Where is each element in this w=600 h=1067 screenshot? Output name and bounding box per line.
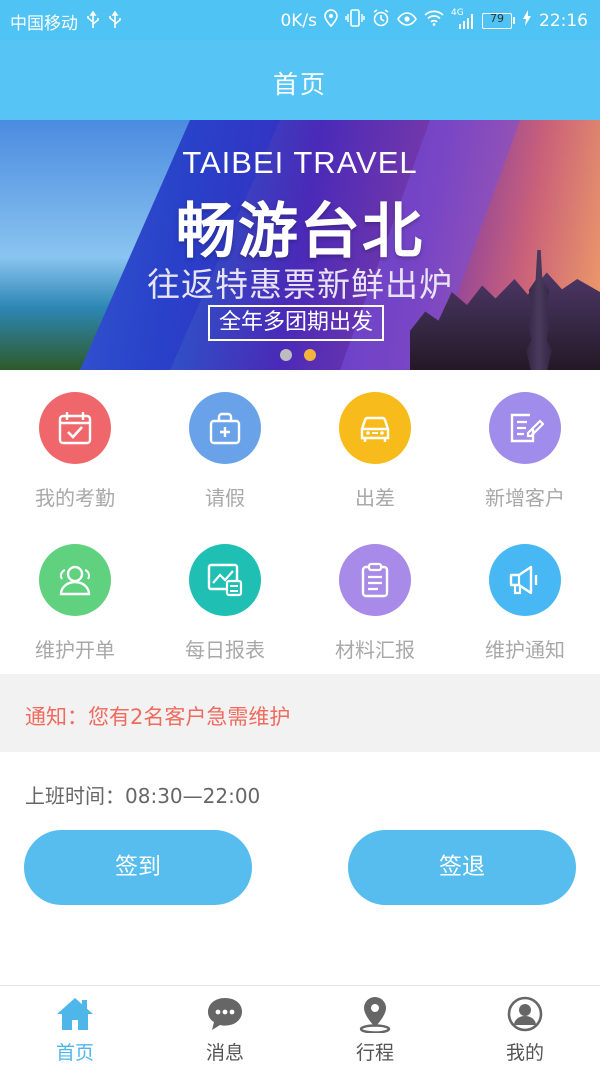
work-time-label: 上班时间： [25,784,125,808]
nav-label: 消息 [205,1042,244,1064]
vibrate-icon [345,9,365,32]
nav-item-messages[interactable]: 消息 [150,986,300,1067]
nav-item-itinerary[interactable]: 行程 [300,986,450,1067]
leave-briefcase-icon [189,392,261,464]
home-icon [55,995,95,1033]
business-trip-car-icon [339,392,411,464]
carousel-dot[interactable] [280,349,292,361]
maintain-order-users-icon [39,544,111,616]
check-out-button[interactable]: 签退 [348,830,576,905]
nav-label: 我的 [505,1042,544,1064]
bottom-nav: 首页 消息 行程 我的 [0,985,600,1067]
clock-time: 22:16 [539,10,588,31]
grid-label: 维护开单 [35,638,115,662]
signal-icon: 4G [451,8,475,30]
material-report-clipboard-icon [339,544,411,616]
carousel-indicator [280,349,316,361]
maintenance-notice-megaphone-icon [489,544,561,616]
nav-label: 首页 [55,1042,94,1064]
work-time-value: 08:30—22:00 [125,784,261,808]
grid-label: 新增客户 [485,486,565,510]
banner-title-en: TAIBEI TRAVEL [182,145,418,180]
grid-item-daily-report[interactable]: 每日报表 [150,522,300,674]
grid-item-maintain-order[interactable]: 维护开单 [0,522,150,674]
profile-user-icon [505,995,545,1033]
grid-label: 请假 [205,486,245,510]
grid-item-business-trip[interactable]: 出差 [300,370,450,522]
banner-title-zh: 畅游台北 [176,197,424,267]
nav-item-home[interactable]: 首页 [0,986,150,1067]
status-left: 中国移动 [10,9,122,34]
grid-item-add-customer[interactable]: 新增客户 [450,370,600,522]
app-header: 首页 [0,40,600,120]
location-pin-icon [355,995,395,1033]
grid-label: 出差 [355,486,395,510]
check-in-button[interactable]: 签到 [24,830,252,905]
status-bar: 中国移动 0K/s 4G 79 22:16 [0,0,600,40]
banner-tag: 全年多团期出发 [208,305,384,341]
net-speed: 0K/s [280,10,317,31]
add-customer-note-icon [489,392,561,464]
work-time: 上班时间：08:30—22:00 [25,780,260,809]
alarm-icon [372,9,390,32]
battery-level: 79 [490,11,504,25]
grid-item-material-report[interactable]: 材料汇报 [300,522,450,674]
location-status-icon [324,9,338,32]
nav-item-profile[interactable]: 我的 [450,986,600,1067]
usb-icon-2 [108,10,122,33]
wifi-icon [424,10,444,31]
nav-label: 行程 [355,1042,394,1064]
function-grid: 我的考勤 请假 出差 新增客户 维护开单 每日报表 材料汇报 维护通知 [0,370,600,674]
grid-label: 材料汇报 [335,638,415,662]
status-right: 0K/s 4G 79 22:16 [280,8,588,32]
notice-bar[interactable]: 通知：您有2名客户急需维护 [0,674,600,752]
eye-icon [397,11,417,31]
page-title: 首页 [272,70,327,99]
daily-report-chart-icon [189,544,261,616]
charging-icon [522,10,532,31]
message-bubble-icon [205,995,245,1033]
grid-label: 每日报表 [185,638,265,662]
grid-label: 维护通知 [485,638,565,662]
battery-icon: 79 [482,11,515,29]
attendance-calendar-icon [39,392,111,464]
usb-icon [86,10,100,33]
carousel-dot-active[interactable] [304,349,316,361]
notice-text: 通知：您有2名客户急需维护 [25,705,291,729]
grid-item-attendance[interactable]: 我的考勤 [0,370,150,522]
grid-item-maintenance-notice[interactable]: 维护通知 [450,522,600,674]
grid-label: 我的考勤 [35,486,115,510]
promo-banner[interactable]: TAIBEI TRAVEL 畅游台北 往返特惠票新鲜出炉 全年多团期出发 [0,120,600,370]
carrier-name: 中国移动 [10,14,78,34]
grid-item-leave[interactable]: 请假 [150,370,300,522]
banner-subtitle: 往返特惠票新鲜出炉 [147,265,453,304]
